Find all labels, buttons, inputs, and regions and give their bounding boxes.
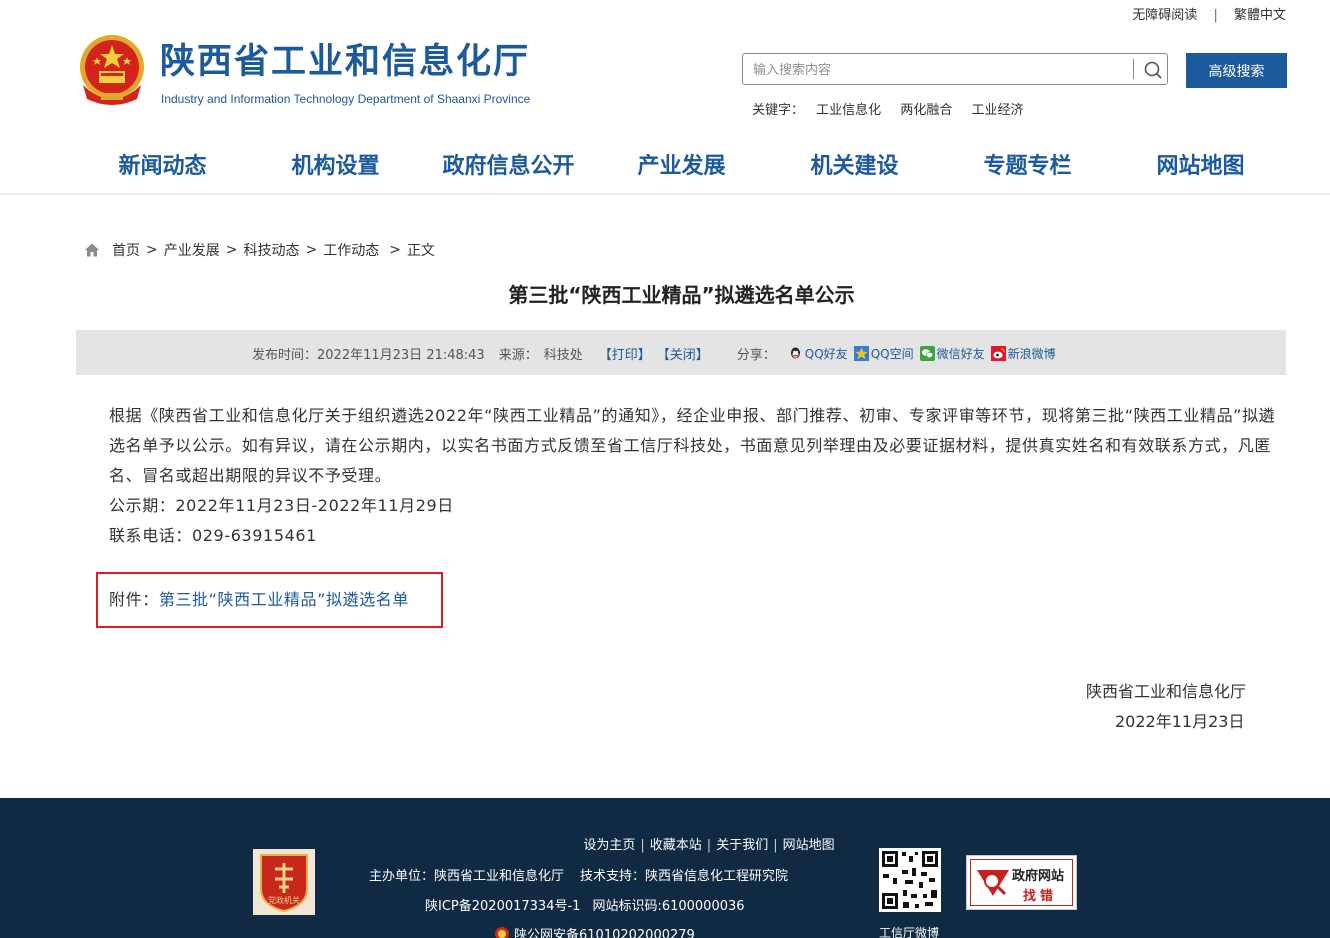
footer-link-separator: | [640,838,645,853]
share-qzone-label: QQ空间 [870,347,914,361]
footer-link-separator: | [773,838,778,853]
footer-icp-link[interactable]: 陕ICP备2020017334号-1 [425,899,580,914]
header-divider [0,193,1330,195]
article-title: 第三批“陕西工业精品”拟遴选名单公示 [508,283,855,307]
search-box [742,53,1168,85]
footer-link-bookmark[interactable]: 收藏本站 [650,838,702,853]
qq-icon [790,347,800,359]
keyword-link[interactable]: 工业经济 [971,103,1023,118]
top-utility-bar: 无障碍阅读 | 繁體中文 [1132,4,1286,23]
breadcrumb-work-news[interactable]: 工作动态 [323,240,379,260]
share-label: 分享： [736,348,776,363]
share-weibo[interactable]: 新浪微博 [990,345,1056,362]
national-emblem-icon [80,35,144,105]
footer: 党政机关 设为主页 | 收藏本站 | 关于我们 | 网站地图 主办单位：陕西省工业和信息化厅… [0,798,1330,938]
breadcrumb-industry[interactable]: 产业发展 [164,240,220,260]
footer-host: 主办单位：陕西省工业和信息化厅 [369,869,565,884]
footer-link-homepage[interactable]: 设为主页 [583,838,635,853]
source-label: 来源： [498,348,538,363]
nav-item-sitemap[interactable]: 网站地图 [1114,146,1287,188]
party-government-badge-icon[interactable]: 党政机关 [253,849,315,915]
breadcrumb-current: 正文 [406,243,435,259]
site-title: 陕西省工业和信息化厅 [160,42,531,82]
footer-link-about[interactable]: 关于我们 [716,838,768,853]
breadcrumb-tech-news[interactable]: 科技动态 [243,240,299,260]
share-weibo-label: 新浪微博 [1007,347,1056,361]
search-divider [1133,59,1134,79]
footer-site-code: 网站标识码:6100000036 [592,899,745,914]
nav-item-organization[interactable]: 机构设置 [249,146,422,188]
gov-error-frame: 政府网站 找错 [970,859,1073,906]
footer-registration: 陕ICP备2020017334号-1 网站标识码:6100000036 [425,895,745,914]
attachment-line: 附件：第三批“陕西工业精品”拟遴选名单 [109,586,409,610]
breadcrumb-separator: > [305,242,318,258]
contact-phone: 联系电话：029-63915461 [109,526,317,545]
qr-code-icon [879,848,941,912]
advanced-search-button[interactable]: 高级搜索 [1186,53,1287,88]
breadcrumb-separator: > [389,242,401,258]
footer-police-link[interactable]: 陕公网安备61010202000279 [514,924,695,938]
qr-code-label: 工信厅微博 [879,926,940,938]
share-qq-friend-label: QQ好友 [804,347,848,361]
article-meta-bar: 发布时间： 2022年11月23日 21:48:43 来源： 科技处 【打印】 … [76,330,1286,375]
search-icon[interactable] [1142,59,1164,81]
publicity-period: 公示期：2022年11月23日-2022年11月29日 [109,496,454,515]
article-body: 根据《陕西省工业和信息化厅关于组织遴选2022年“陕西工业精品”的通知》，经企业… [77,401,1285,551]
search-input[interactable] [751,58,1125,82]
footer-police-record: 陕公网安备61010202000279 [494,924,695,938]
traditional-chinese-link[interactable]: 繁體中文 [1234,8,1286,23]
keyword-link[interactable]: 两化融合 [900,103,952,118]
magnifier-icon [977,870,1009,896]
home-icon [85,243,99,257]
badge-text: 党政机关 [268,895,300,905]
publish-time: 2022年11月23日 21:48:43 [317,348,485,363]
weibo-icon [990,346,1006,361]
topbar-separator: | [1213,8,1218,23]
wechat-icon [919,346,935,361]
signature-date: 2022年11月23日 [1115,712,1245,731]
nav-item-gov-info[interactable]: 政府信息公开 [422,146,595,188]
attachment-link[interactable]: 第三批“陕西工业精品”拟遴选名单 [159,590,409,609]
footer-links: 设为主页 | 收藏本站 | 关于我们 | 网站地图 [0,834,1330,853]
share-wechat-label: 微信好友 [936,347,985,361]
article-paragraph: 根据《陕西省工业和信息化厅关于组织遴选2022年“陕西工业精品”的通知》，经企业… [109,406,1276,485]
main-navigation: 新闻动态 机构设置 政府信息公开 产业发展 机关建设 专题专栏 网站地图 [76,146,1286,190]
share-wechat[interactable]: 微信好友 [919,345,985,362]
print-link[interactable]: 【打印】 [599,344,651,363]
nav-item-news[interactable]: 新闻动态 [76,146,249,188]
breadcrumb-home[interactable]: 首页 [112,240,140,260]
search-keywords: 关键字： 工业信息化 两化融合 工业经济 [752,99,1038,118]
close-link[interactable]: 【关闭】 [657,344,709,363]
attachment-label: 附件： [109,590,159,609]
footer-link-separator: | [706,838,712,853]
footer-link-sitemap[interactable]: 网站地图 [783,838,835,853]
nav-item-agency[interactable]: 机关建设 [768,146,941,188]
breadcrumb-separator: > [146,242,158,258]
breadcrumb: 首页 > 产业发展 > 科技动态 > 工作动态 > 正文 [84,240,435,260]
source-value: 科技处 [543,348,583,363]
share-qq-friend[interactable]: QQ好友 [788,345,848,362]
footer-tech-support: 技术支持：陕西省信息化工程研究院 [580,869,789,884]
nav-item-topics[interactable]: 专题专栏 [941,146,1114,188]
gov-website-error-report-button[interactable]: 政府网站 找错 [966,855,1077,910]
share-qzone[interactable]: QQ空间 [853,345,914,362]
footer-host-info: 主办单位：陕西省工业和信息化厅 技术支持：陕西省信息化工程研究院 [369,865,788,884]
police-badge-icon [495,926,509,938]
nav-item-industry[interactable]: 产业发展 [595,146,768,188]
signature-organization: 陕西省工业和信息化厅 [1086,682,1247,701]
keywords-label: 关键字： [752,103,805,118]
site-subtitle: Industry and Information Technology Depa… [161,92,531,106]
accessible-reading-link[interactable]: 无障碍阅读 [1132,8,1197,23]
breadcrumb-separator: > [225,242,238,258]
publish-time-label: 发布时间： [252,348,318,363]
gov-error-line1: 政府网站 [1012,869,1065,884]
gov-error-line2: 找错 [1023,889,1058,904]
qzone-star-icon [853,346,869,361]
keyword-link[interactable]: 工业信息化 [816,103,881,118]
